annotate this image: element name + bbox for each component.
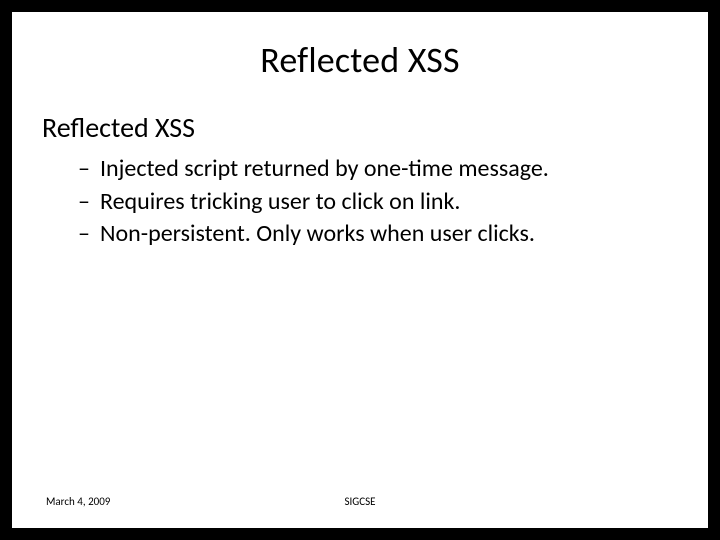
slide-title: Reflected XSS	[12, 38, 708, 82]
list-item: Requires tricking user to click on link.	[78, 186, 708, 219]
list-item: Injected script returned by one-time mes…	[78, 153, 708, 186]
slide-footer: March 4, 2009 SIGCSE	[12, 495, 708, 508]
footer-date: March 4, 2009	[46, 495, 110, 508]
list-item: Non-persistent. Only works when user cli…	[78, 218, 708, 251]
slide-subtitle: Reflected XSS	[42, 110, 708, 145]
bullet-list: Injected script returned by one-time mes…	[78, 153, 708, 251]
footer-venue: SIGCSE	[344, 495, 375, 508]
slide: Reflected XSS Reflected XSS Injected scr…	[0, 0, 720, 540]
